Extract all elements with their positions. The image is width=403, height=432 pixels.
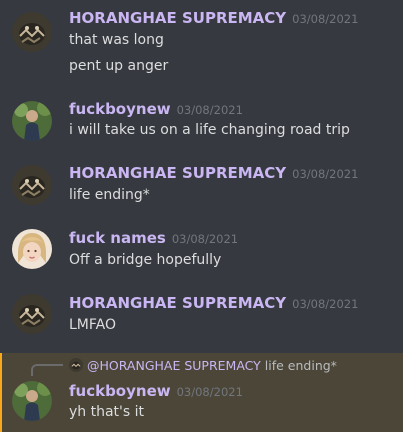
message-text: that was long — [69, 32, 164, 48]
author-name[interactable]: fuckboynew — [69, 382, 171, 400]
person-outdoor-avatar[interactable] — [12, 381, 52, 421]
author-name[interactable]: fuck names — [69, 229, 166, 247]
reply-spine — [31, 364, 63, 376]
author-name[interactable]: HORANGHAE SUPREMACY — [69, 294, 286, 312]
message-text: LMFAO — [69, 317, 116, 333]
tiger-avatar[interactable] — [12, 12, 52, 52]
author-name[interactable]: HORANGHAE SUPREMACY — [69, 9, 286, 27]
tiger-avatar — [69, 358, 83, 372]
blonde-person-avatar[interactable] — [12, 229, 52, 269]
timestamp[interactable]: 03/08/2021 — [177, 103, 243, 117]
tiger-avatar[interactable] — [12, 165, 52, 205]
timestamp[interactable]: 03/08/2021 — [172, 232, 238, 246]
person-outdoor-avatar[interactable] — [12, 101, 52, 141]
message-header: fuckboynew 03/08/2021 — [69, 99, 243, 118]
timestamp[interactable]: 03/08/2021 — [292, 297, 358, 311]
author-name[interactable]: fuckboynew — [69, 100, 171, 118]
message-text: pent up anger — [69, 58, 169, 74]
timestamp[interactable]: 03/08/2021 — [292, 167, 358, 181]
chat-log: HORANGHAE SUPREMACY 03/08/2021 that was l… — [0, 0, 403, 432]
message-header: HORANGHAE SUPREMACY 03/08/2021 — [69, 293, 358, 312]
author-name[interactable]: HORANGHAE SUPREMACY — [69, 164, 286, 182]
timestamp[interactable]: 03/08/2021 — [292, 12, 358, 26]
reply-author[interactable]: @HORANGHAE SUPREMACY — [87, 358, 261, 373]
message-header: fuck names 03/08/2021 — [69, 228, 238, 247]
timestamp[interactable]: 03/08/2021 — [177, 385, 243, 399]
reply-preview-text[interactable]: life ending* — [265, 358, 337, 373]
message-text: life ending* — [69, 187, 150, 203]
message-header: HORANGHAE SUPREMACY 03/08/2021 — [69, 8, 358, 27]
message-text: Off a bridge hopefully — [69, 252, 222, 268]
message-header: fuckboynew 03/08/2021 — [69, 381, 243, 400]
message-text: i will take us on a life changing road t… — [69, 122, 350, 138]
message-text: yh that's it — [69, 404, 145, 420]
message-header: HORANGHAE SUPREMACY 03/08/2021 — [69, 163, 358, 182]
reply-reference[interactable]: @HORANGHAE SUPREMACY life ending* — [69, 358, 337, 373]
tiger-avatar[interactable] — [12, 294, 52, 334]
